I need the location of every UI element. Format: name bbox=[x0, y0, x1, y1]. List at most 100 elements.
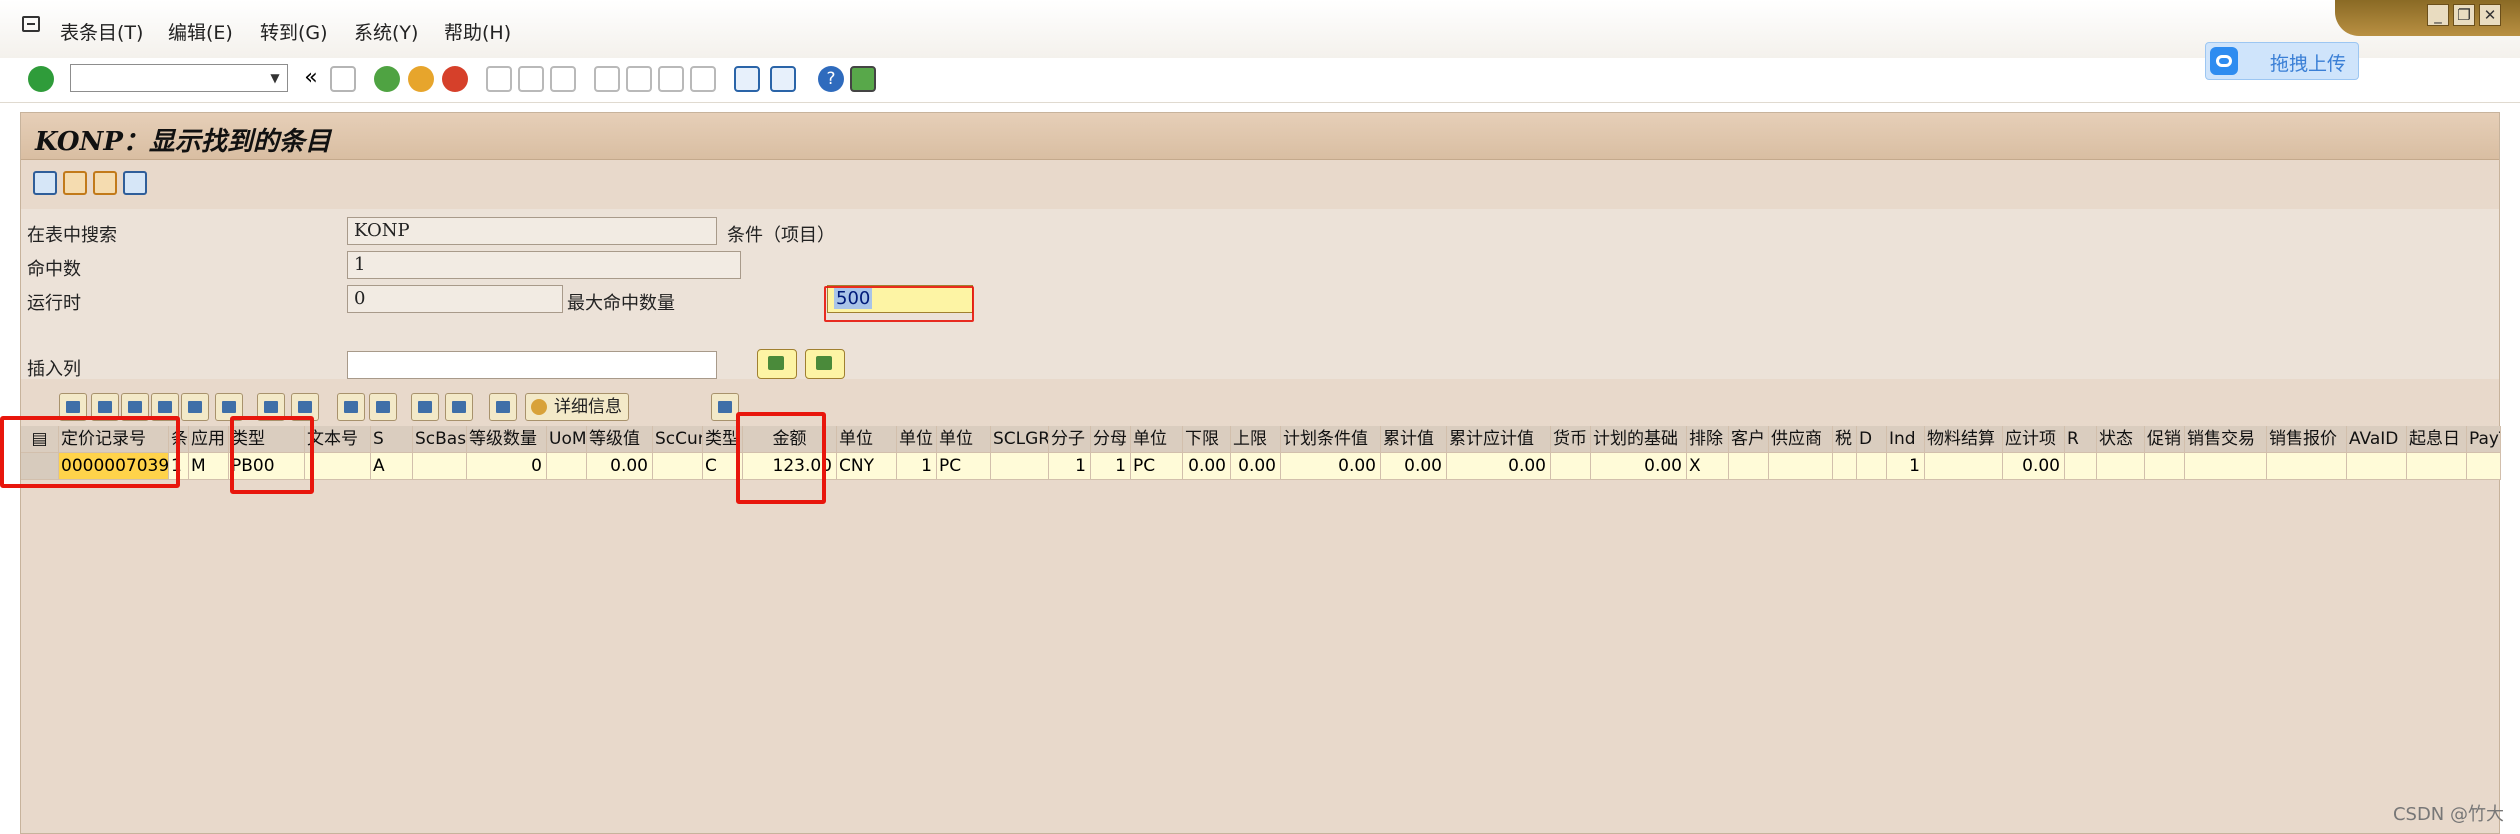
cell[interactable]: M bbox=[189, 453, 229, 480]
upload-widget[interactable]: 拖拽上传 bbox=[2205, 42, 2359, 80]
close-icon[interactable]: ✕ bbox=[2479, 4, 2501, 26]
cell[interactable]: 0 bbox=[467, 453, 547, 480]
col-header[interactable]: 供应商 bbox=[1769, 426, 1833, 453]
cell[interactable]: 0.00 bbox=[587, 453, 653, 480]
next-page-icon[interactable] bbox=[658, 66, 684, 92]
save-icon[interactable] bbox=[330, 66, 356, 92]
menu-help[interactable]: 帮助(H) bbox=[444, 18, 511, 45]
col-header[interactable]: 物料结算 bbox=[1925, 426, 2003, 453]
delete-column-button[interactable] bbox=[805, 349, 845, 379]
cell[interactable] bbox=[1769, 453, 1833, 480]
col-header[interactable]: 单位 bbox=[1131, 426, 1183, 453]
cell[interactable]: 1 bbox=[1049, 453, 1091, 480]
cell[interactable]: PC bbox=[937, 453, 991, 480]
cell[interactable]: 0.00 bbox=[1591, 453, 1687, 480]
layout-icon[interactable] bbox=[445, 393, 473, 421]
col-header[interactable]: 销售交易 bbox=[2185, 426, 2267, 453]
exit-icon[interactable] bbox=[408, 66, 434, 92]
cell[interactable]: 0.00 bbox=[2003, 453, 2065, 480]
cell[interactable] bbox=[2145, 453, 2185, 480]
menu-table-entry[interactable]: 表条目(T) bbox=[60, 18, 143, 45]
cell[interactable] bbox=[2097, 453, 2145, 480]
cell[interactable]: 1 bbox=[1091, 453, 1131, 480]
col-header[interactable]: 计划条件值 bbox=[1281, 426, 1381, 453]
enter-check-icon[interactable] bbox=[28, 66, 54, 92]
views-icon[interactable] bbox=[369, 393, 397, 421]
menu-edit[interactable]: 编辑(E) bbox=[168, 18, 233, 45]
help-icon[interactable]: ? bbox=[818, 66, 844, 92]
cell[interactable]: X bbox=[1687, 453, 1729, 480]
col-header[interactable]: 分母 bbox=[1091, 426, 1131, 453]
col-header[interactable]: ScCur bbox=[653, 426, 703, 453]
cell[interactable] bbox=[2065, 453, 2097, 480]
cell[interactable]: 0.00 bbox=[1381, 453, 1447, 480]
cell[interactable] bbox=[2185, 453, 2267, 480]
cell[interactable] bbox=[1925, 453, 2003, 480]
cell[interactable] bbox=[1833, 453, 1857, 480]
col-header[interactable]: 等级数量 bbox=[467, 426, 547, 453]
col-header[interactable]: 累计应计值 bbox=[1447, 426, 1551, 453]
col-header[interactable]: 单位 bbox=[937, 426, 991, 453]
cell[interactable] bbox=[2467, 453, 2501, 480]
col-header[interactable]: 单位 bbox=[837, 426, 897, 453]
chevron-down-icon[interactable]: ▼ bbox=[265, 67, 285, 89]
detail-info-button[interactable]: 详细信息 bbox=[525, 393, 629, 421]
cell[interactable]: 0.00 bbox=[1231, 453, 1281, 480]
insert-column-input[interactable] bbox=[347, 351, 717, 379]
col-header[interactable]: 促销 bbox=[2145, 426, 2185, 453]
cell[interactable]: 0.00 bbox=[1447, 453, 1551, 480]
cell[interactable]: 1 bbox=[897, 453, 937, 480]
find-icon[interactable] bbox=[518, 66, 544, 92]
col-header[interactable]: 排除 bbox=[1687, 426, 1729, 453]
col-header[interactable]: 起息日 bbox=[2407, 426, 2467, 453]
info-icon[interactable] bbox=[489, 393, 517, 421]
cell[interactable] bbox=[413, 453, 467, 480]
col-header[interactable]: PayT bbox=[2467, 426, 2501, 453]
cell[interactable] bbox=[2267, 453, 2347, 480]
refresh-icon[interactable] bbox=[33, 171, 57, 195]
collapse-icon[interactable]: « bbox=[298, 66, 324, 92]
col-header[interactable]: 状态 bbox=[2097, 426, 2145, 453]
col-header[interactable]: 单位 bbox=[897, 426, 937, 453]
cell[interactable] bbox=[991, 453, 1049, 480]
col-header[interactable]: 税 bbox=[1833, 426, 1857, 453]
first-page-icon[interactable] bbox=[594, 66, 620, 92]
col-header[interactable]: S bbox=[371, 426, 413, 453]
shortcut-icon[interactable] bbox=[770, 66, 796, 92]
cell[interactable]: A bbox=[371, 453, 413, 480]
cell[interactable] bbox=[1551, 453, 1591, 480]
menu-goto[interactable]: 转到(G) bbox=[260, 18, 328, 45]
col-header[interactable]: 客户 bbox=[1729, 426, 1769, 453]
minimize-icon[interactable]: _ bbox=[2427, 4, 2449, 26]
col-header[interactable]: SCLGR bbox=[991, 426, 1049, 453]
menu-icon[interactable] bbox=[22, 16, 40, 32]
cell[interactable] bbox=[653, 453, 703, 480]
last-page-icon[interactable] bbox=[690, 66, 716, 92]
export-icon[interactable] bbox=[411, 393, 439, 421]
layout-menu-icon[interactable] bbox=[850, 66, 876, 92]
command-field[interactable]: ▼ bbox=[70, 64, 288, 92]
col-header[interactable]: Ind bbox=[1887, 426, 1925, 453]
cell[interactable] bbox=[2347, 453, 2407, 480]
col-header[interactable]: 等级值 bbox=[587, 426, 653, 453]
cell[interactable] bbox=[1857, 453, 1887, 480]
col-header[interactable]: 上限 bbox=[1231, 426, 1281, 453]
col-header[interactable]: UoM bbox=[547, 426, 587, 453]
col-header[interactable]: R bbox=[2065, 426, 2097, 453]
cell[interactable]: 1 bbox=[1887, 453, 1925, 480]
insert-column-button[interactable] bbox=[757, 349, 797, 379]
cell[interactable]: 0.00 bbox=[1183, 453, 1231, 480]
cell[interactable]: 0.00 bbox=[1281, 453, 1381, 480]
filter-icon[interactable] bbox=[93, 171, 117, 195]
cell[interactable] bbox=[547, 453, 587, 480]
col-header[interactable]: AVaID bbox=[2347, 426, 2407, 453]
cell[interactable] bbox=[305, 453, 371, 480]
magic-wand-icon[interactable] bbox=[711, 393, 739, 421]
col-header[interactable]: ScBas bbox=[413, 426, 467, 453]
cell[interactable]: PC bbox=[1131, 453, 1183, 480]
col-header[interactable]: 累计值 bbox=[1381, 426, 1447, 453]
print-icon[interactable] bbox=[486, 66, 512, 92]
print-preview-icon[interactable] bbox=[337, 393, 365, 421]
back-icon[interactable] bbox=[374, 66, 400, 92]
col-header[interactable]: 文本号 bbox=[305, 426, 371, 453]
